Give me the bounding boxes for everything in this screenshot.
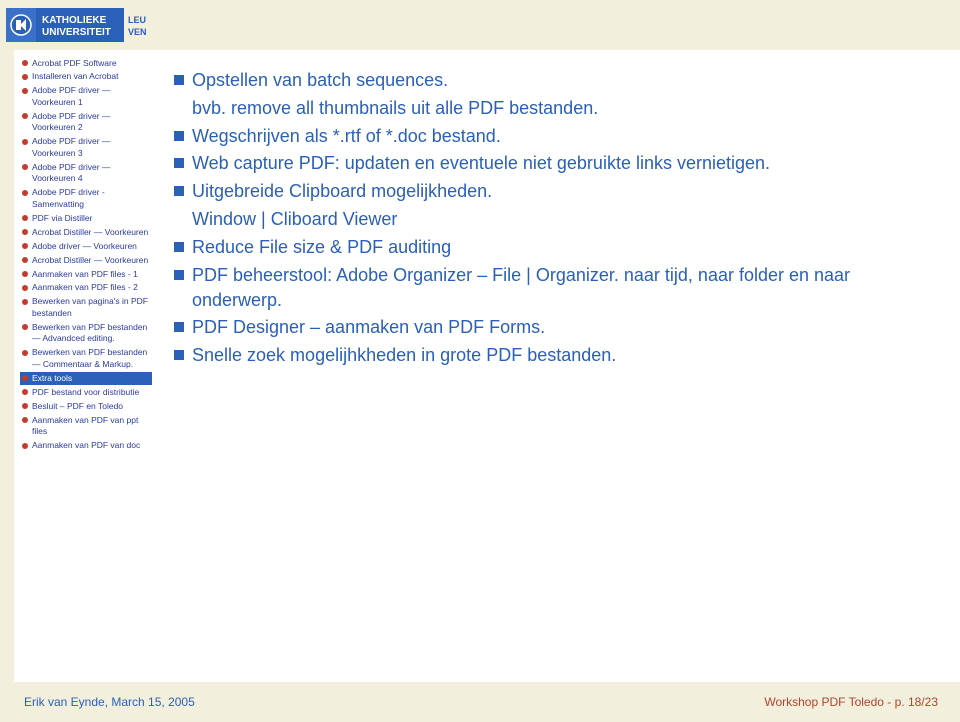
outline-item-label: Adobe PDF driver — Voorkeuren 4 [32,162,150,185]
outline-item-label: Aanmaken van PDF van ppt files [32,415,150,438]
slide-page: KATHOLIEKE UNIVERSITEIT LEU VEN Extra to… [0,0,960,722]
bullet-list: Opstellen van batch sequences. bvb. remov… [172,68,920,368]
bullet-icon [22,417,28,423]
outline-item-label: Installeren van Acrobat [32,71,150,82]
outline-item[interactable]: Aanmaken van PDF files - 2 [20,281,152,294]
bullet-icon [22,139,28,145]
bullet-icon [22,190,28,196]
body-bullet: Snelle zoek mogelijhkheden in grote PDF … [172,343,920,368]
outline-item-label: Adobe driver — Voorkeuren [32,241,150,252]
bullet-icon [22,443,28,449]
bullet-icon [22,215,28,221]
footer-author-date: Erik van Eynde, March 15, 2005 [24,695,195,709]
outline-item[interactable]: Extra tools [20,372,152,385]
bullet-icon [22,324,28,330]
outline-item-label: Aanmaken van PDF files - 2 [32,282,150,293]
body-bullet: PDF beheerstool: Adobe Organizer – File … [172,263,920,313]
outline-item[interactable]: Adobe driver — Voorkeuren [20,240,152,253]
bullet-icon [22,243,28,249]
outline-item[interactable]: Acrobat Distiller — Voorkeuren [20,254,152,267]
outline-item-label: Acrobat PDF Software [32,58,150,69]
outline-item-label: Adobe PDF driver — Voorkeuren 2 [32,111,150,134]
outline-item[interactable]: Adobe PDF driver — Voorkeuren 2 [20,110,152,135]
body-bullet: Window | Cliboard Viewer [172,207,920,232]
outline-list: Acrobat PDF Software Installeren van Acro… [20,57,152,453]
outline-item[interactable]: Aanmaken van PDF files - 1 [20,268,152,281]
outline-item-label: Aanmaken van PDF files - 1 [32,269,150,280]
outline-item[interactable]: Installeren van Acrobat [20,70,152,83]
outline-item[interactable]: Bewerken van PDF bestanden — Advandced e… [20,321,152,346]
bullet-icon [22,113,28,119]
bullet-icon [22,271,28,277]
svg-text:VEN: VEN [128,27,147,37]
bullet-icon [22,403,28,409]
outline-item-label: Bewerken van PDF bestanden — Advandced e… [32,322,150,345]
body-bullet: Web capture PDF: updaten en eventuele ni… [172,151,920,176]
outline-item-label: Adobe PDF driver — Voorkeuren 1 [32,85,150,108]
body-bullet: Uitgebreide Clipboard mogelijkheden. [172,179,920,204]
outline-item-label: Aanmaken van PDF van doc [32,440,150,451]
outline-item-label: Besluit – PDF en Toledo [32,401,150,412]
bullet-icon [22,88,28,94]
outline-item[interactable]: Adobe PDF driver - Samenvatting [20,186,152,211]
outline-item-label: Bewerken van PDF bestanden — Commentaar … [32,347,150,370]
bullet-icon [22,229,28,235]
bullet-icon [22,375,28,381]
body-bullet: Wegschrijven als *.rtf of *.doc bestand. [172,124,920,149]
outline-item[interactable]: Adobe PDF driver — Voorkeuren 3 [20,135,152,160]
svg-text:KATHOLIEKE: KATHOLIEKE [42,15,107,26]
outline-item[interactable]: Aanmaken van PDF van doc [20,439,152,452]
slide-body: Opstellen van batch sequences. bvb. remov… [160,50,960,682]
outline-item[interactable]: PDF via Distiller [20,212,152,225]
bullet-icon [22,299,28,305]
outline-sidebar: Acrobat PDF Software Installeren van Acro… [0,50,160,682]
outline-item[interactable]: Adobe PDF driver — Voorkeuren 4 [20,161,152,186]
outline-item[interactable]: Besluit – PDF en Toledo [20,400,152,413]
svg-text:LEU: LEU [128,15,146,25]
body-bullet: Opstellen van batch sequences. [172,68,920,93]
bullet-icon [22,164,28,170]
footer-page-info: Workshop PDF Toledo - p. 18/23 [764,695,938,709]
body-bullet: PDF Designer – aanmaken van PDF Forms. [172,315,920,340]
outline-item-label: PDF bestand voor distributie [32,387,150,398]
outline-item-label: Adobe PDF driver — Voorkeuren 3 [32,136,150,159]
outline-item[interactable]: Bewerken van pagina's in PDF bestanden [20,295,152,320]
outline-item[interactable]: Acrobat Distiller — Voorkeuren [20,226,152,239]
body-bullet: bvb. remove all thumbnails uit alle PDF … [172,96,920,121]
outline-item-label: Acrobat Distiller — Voorkeuren [32,255,150,266]
kuleuven-logo: KATHOLIEKE UNIVERSITEIT LEU VEN [0,0,160,50]
svg-text:UNIVERSITEIT: UNIVERSITEIT [42,27,111,38]
bullet-icon [22,74,28,80]
body-bullet: Reduce File size & PDF auditing [172,235,920,260]
outline-item-label: Acrobat Distiller — Voorkeuren [32,227,150,238]
bullet-icon [22,389,28,395]
bullet-icon [22,350,28,356]
outline-item[interactable]: Adobe PDF driver — Voorkeuren 1 [20,84,152,109]
bullet-icon [22,257,28,263]
outline-item[interactable]: Acrobat PDF Software [20,57,152,70]
outline-item-label: Adobe PDF driver - Samenvatting [32,187,150,210]
bullet-icon [22,285,28,291]
slide-footer: Erik van Eynde, March 15, 2005 Workshop … [0,682,960,722]
outline-item[interactable]: Bewerken van PDF bestanden — Commentaar … [20,346,152,371]
outline-item-label: PDF via Distiller [32,213,150,224]
bullet-icon [22,60,28,66]
content-band: Acrobat PDF Software Installeren van Acro… [0,50,960,682]
outline-item-label: Bewerken van pagina's in PDF bestanden [32,296,150,319]
outline-item-label: Extra tools [32,373,150,384]
outline-item[interactable]: Aanmaken van PDF van ppt files [20,414,152,439]
outline-item[interactable]: PDF bestand voor distributie [20,386,152,399]
